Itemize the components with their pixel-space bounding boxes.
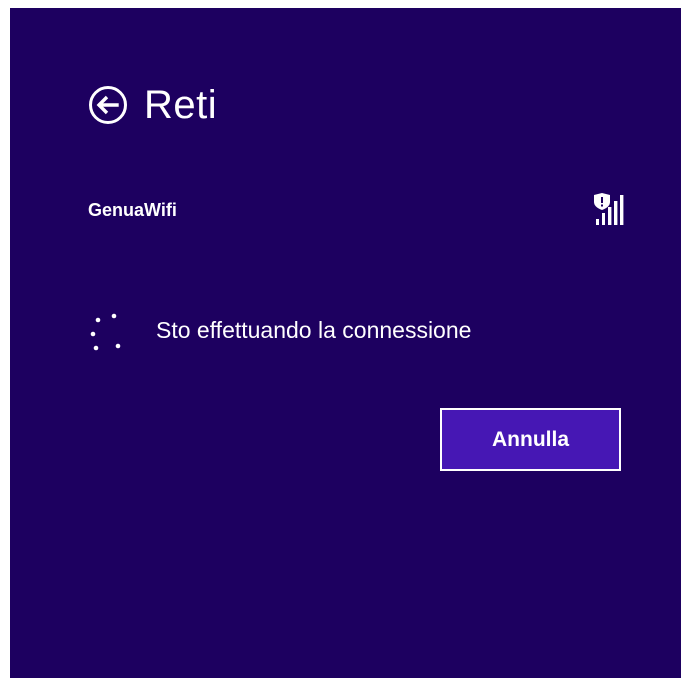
networks-panel: Reti GenuaWifi Sto effettuando la connes… [10,8,681,678]
panel-header: Reti [88,80,217,130]
page-title: Reti [144,83,218,127]
back-arrow-circle-icon[interactable] [88,85,128,125]
network-item[interactable]: GenuaWifi [88,190,624,230]
cancel-button[interactable]: Annulla [440,408,621,471]
status-text: Sto effettuando la connessione [156,316,472,343]
wifi-signal-secured-icon [594,193,624,225]
connection-status: Sto effettuando la connessione [88,308,471,352]
network-name: GenuaWifi [88,199,177,220]
cancel-button-label: Annulla [492,427,569,451]
loading-spinner-icon [90,313,121,351]
